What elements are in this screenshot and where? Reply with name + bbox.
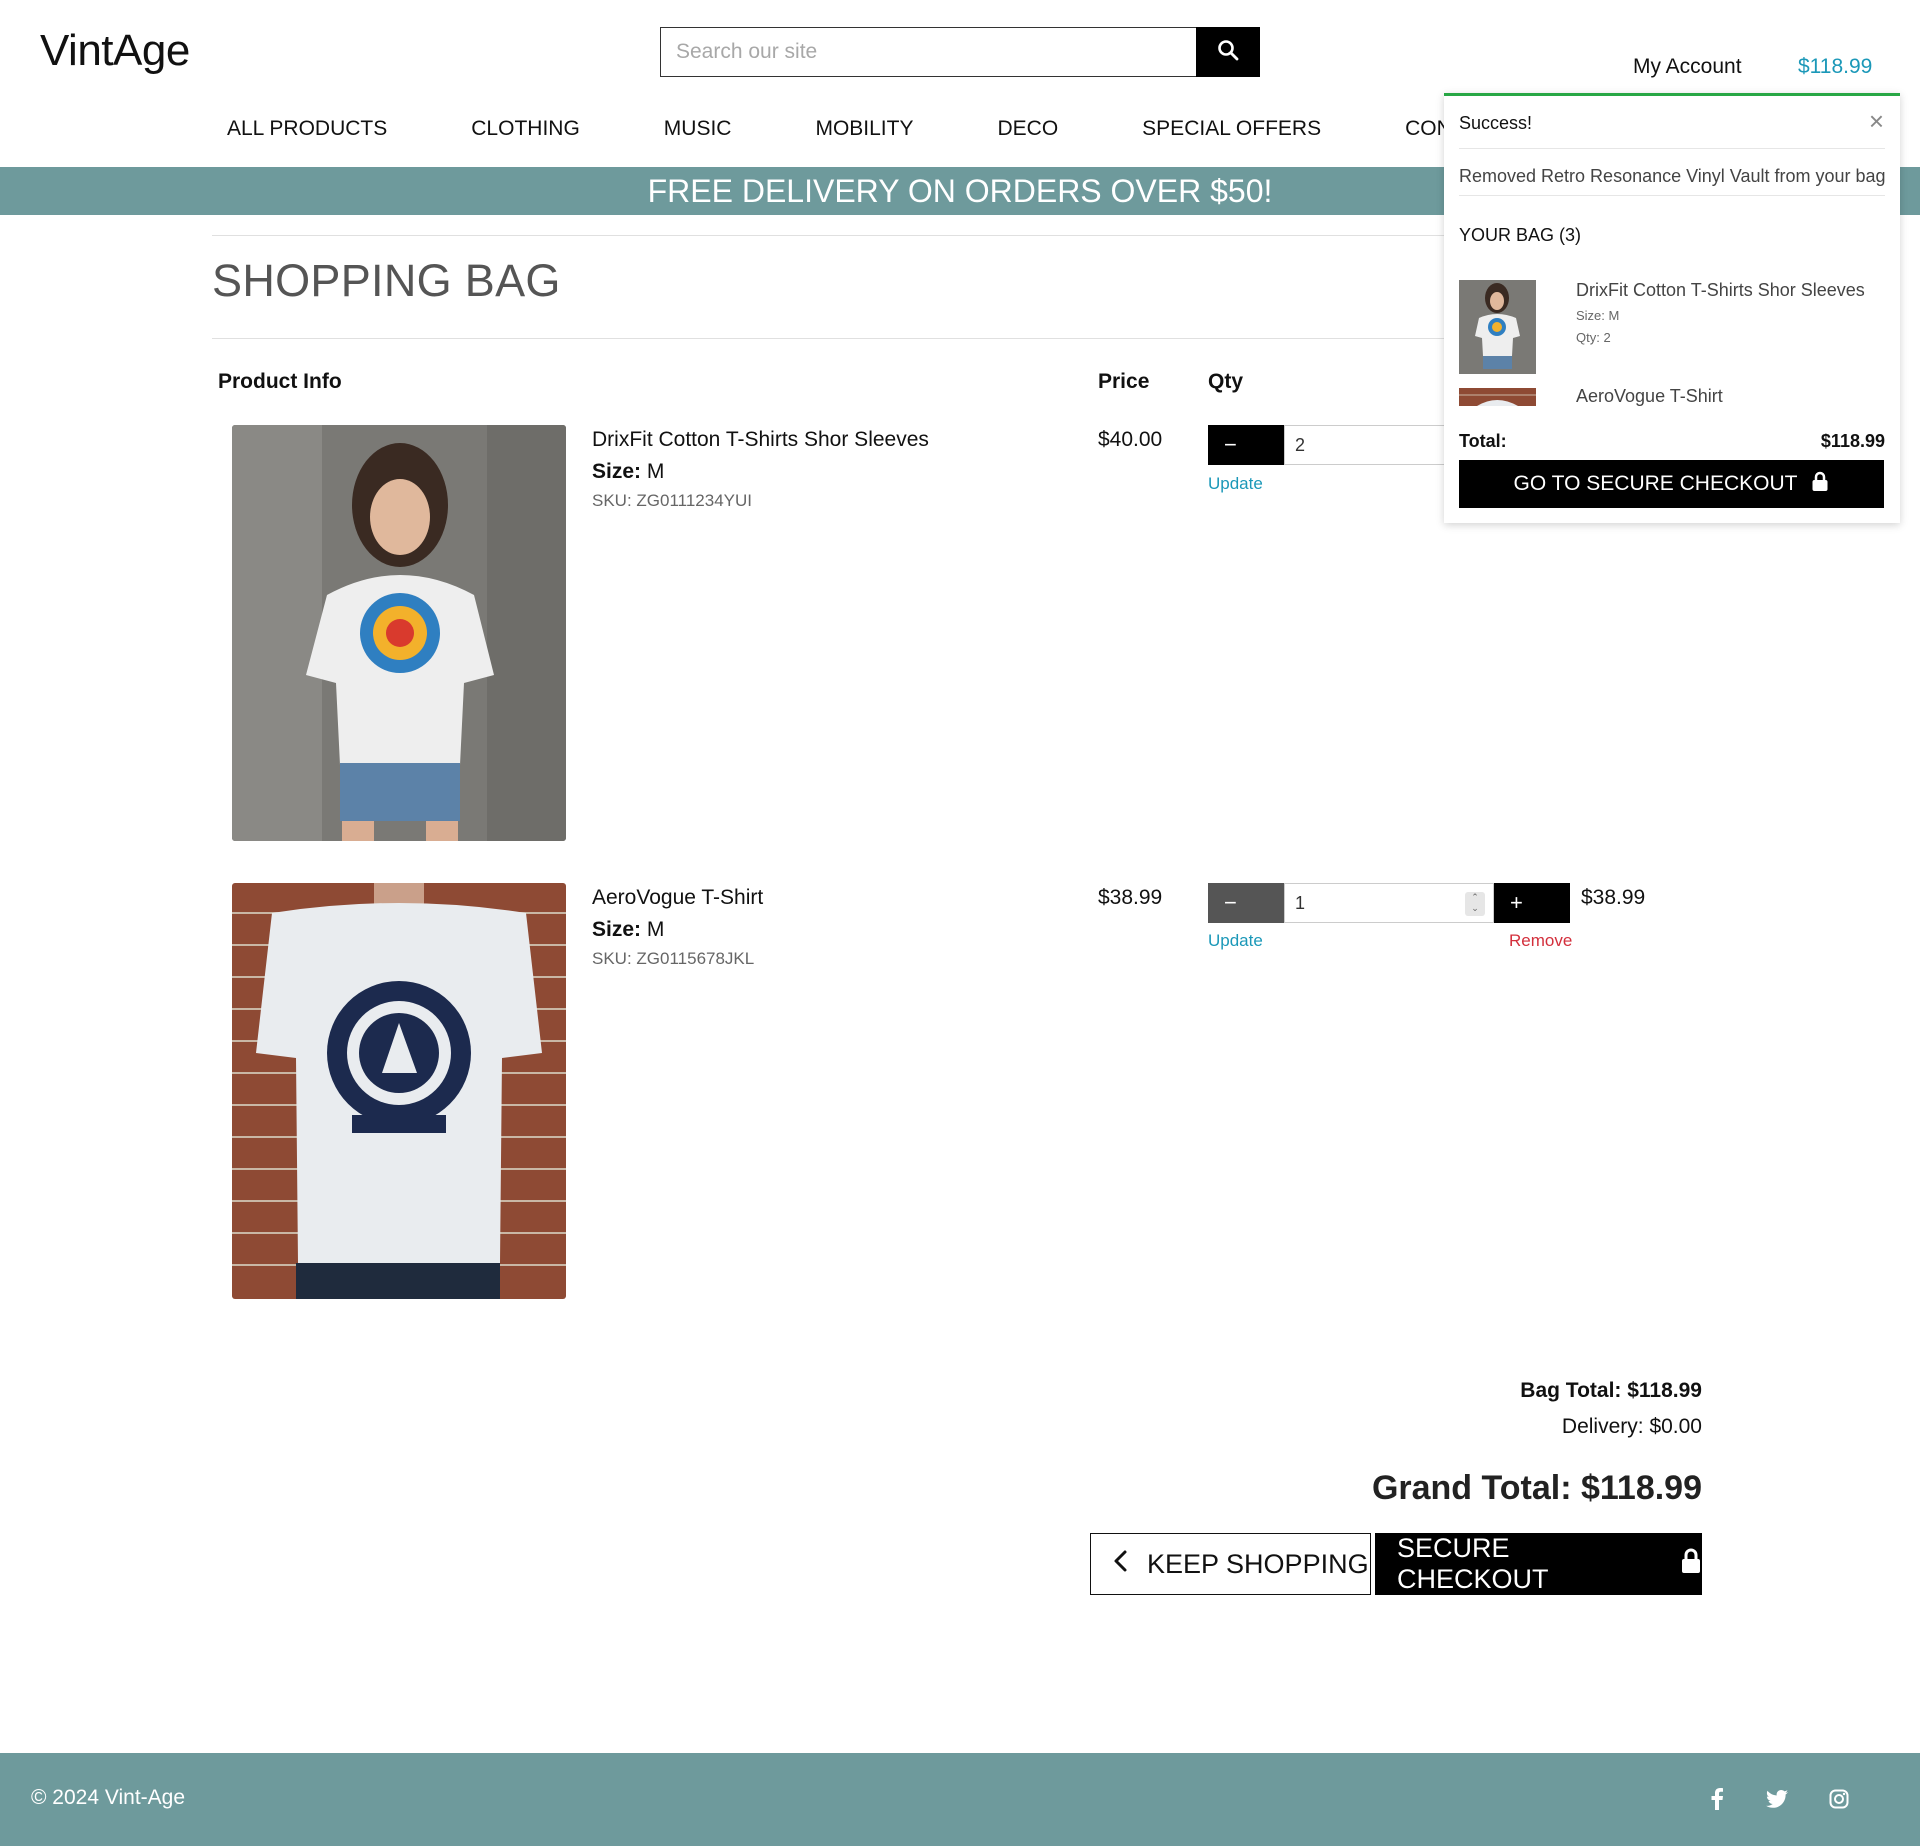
cart-total-link[interactable]: $118.99 xyxy=(1798,55,1872,79)
product-name[interactable]: DrixFit Cotton T-Shirts Shor Sleeves xyxy=(592,428,929,452)
mini-cart-total-label: Total: xyxy=(1459,431,1507,451)
removed-item-message: Removed Retro Resonance Vinyl Vault from… xyxy=(1459,166,1886,186)
update-link[interactable]: Update xyxy=(1208,474,1263,494)
nav-item-special-offers[interactable]: SPECIAL OFFERS xyxy=(1142,117,1321,141)
divider xyxy=(1459,148,1885,149)
search-button[interactable] xyxy=(1196,27,1260,77)
spinner-arrows-icon[interactable]: ⌃ ⌄ xyxy=(1465,892,1485,916)
column-header-qty: Qty xyxy=(1208,370,1244,393)
column-header-price: Price xyxy=(1098,370,1150,393)
qty-value: 1 xyxy=(1295,892,1306,913)
mini-cart-total-value: $118.99 xyxy=(1820,431,1885,451)
nav-item-deco[interactable]: DECO xyxy=(997,117,1058,141)
product-sku: SKU: ZG0111234YUI xyxy=(592,491,753,510)
nav-item-music[interactable]: MUSIC xyxy=(664,117,732,141)
column-header-product: Product Info xyxy=(218,370,342,393)
keep-shopping-label: KEEP SHOPPING xyxy=(1147,1548,1369,1579)
page-title: SHOPPING BAG xyxy=(212,255,561,306)
quantity-stepper: − 1 ⌃ ⌄ + xyxy=(1208,883,1570,923)
mini-cart-item-name[interactable]: AeroVogue T-Shirt xyxy=(1576,386,1723,407)
qty-input[interactable]: 1 ⌃ ⌄ xyxy=(1284,883,1494,923)
mini-cart-item-name[interactable]: DrixFit Cotton T-Shirts Shor Sleeves xyxy=(1576,280,1865,301)
product-image[interactable] xyxy=(232,425,566,841)
qty-decrement-button[interactable]: − xyxy=(1208,425,1284,465)
site-footer: © 2024 Vint-Age xyxy=(0,1753,1920,1846)
keep-shopping-button[interactable]: KEEP SHOPPING xyxy=(1090,1533,1371,1595)
success-status: Success! xyxy=(1459,113,1533,133)
line-total: $38.99 xyxy=(1581,886,1646,909)
grand-total: Grand Total: $118.99 xyxy=(1371,1469,1702,1507)
go-to-checkout-label: GO TO SECURE CHECKOUT xyxy=(1513,472,1798,495)
update-link[interactable]: Update xyxy=(1208,931,1263,951)
mini-cart-item-image[interactable] xyxy=(1459,388,1536,406)
bag-total: Bag Total: $118.99 xyxy=(1520,1379,1702,1402)
nav-item-all-products[interactable]: ALL PRODUCTS xyxy=(227,117,387,141)
qty-value: 2 xyxy=(1295,434,1306,455)
qty-decrement-button[interactable]: − xyxy=(1208,883,1284,923)
bag-heading: YOUR BAG (3) xyxy=(1459,225,1582,245)
copyright: © 2024 Vint-Age xyxy=(31,1786,186,1809)
delivery-cost: Delivery: $0.00 xyxy=(1561,1415,1702,1438)
lock-icon xyxy=(1811,471,1829,498)
product-size: Size: M xyxy=(592,460,664,484)
divider xyxy=(1459,195,1885,196)
mini-cart-item-qty: Qty: 2 xyxy=(1576,330,1611,345)
mini-cart-item-size: Size: M xyxy=(1576,308,1620,323)
product-name[interactable]: AeroVogue T-Shirt xyxy=(592,886,763,910)
product-price: $40.00 xyxy=(1098,428,1163,451)
nav-item-clothing[interactable]: CLOTHING xyxy=(471,117,580,141)
instagram-icon[interactable] xyxy=(1825,1785,1853,1813)
search-bar xyxy=(660,27,1260,77)
mini-cart-popup: Success! × Removed Retro Resonance Vinyl… xyxy=(1444,93,1900,523)
twitter-icon[interactable] xyxy=(1763,1785,1791,1813)
secure-checkout-label: SECURE CHECKOUT xyxy=(1397,1533,1549,1594)
qty-increment-button[interactable]: + xyxy=(1494,883,1570,923)
product-price: $38.99 xyxy=(1098,886,1163,909)
size-value: M xyxy=(646,460,665,483)
search-icon xyxy=(1217,39,1239,66)
close-icon[interactable]: × xyxy=(1869,108,1884,134)
secure-checkout-button[interactable]: SECURE CHECKOUT xyxy=(1375,1533,1702,1595)
lock-icon xyxy=(1680,1548,1702,1581)
go-to-checkout-button[interactable]: GO TO SECURE CHECKOUT xyxy=(1459,460,1884,508)
remove-link[interactable]: Remove xyxy=(1509,931,1572,951)
facebook-icon[interactable] xyxy=(1703,1785,1731,1813)
size-label: Size: xyxy=(592,918,642,941)
search-input[interactable] xyxy=(660,27,1196,77)
mini-cart-item-image[interactable] xyxy=(1459,280,1536,374)
size-label: Size: xyxy=(592,460,642,483)
main-nav: ALL PRODUCTS CLOTHING MUSIC MOBILITY DEC… xyxy=(227,117,1549,141)
site-logo[interactable]: VintAge xyxy=(40,26,190,76)
chevron-left-icon xyxy=(1113,1549,1129,1580)
product-image[interactable] xyxy=(232,883,566,1299)
product-sku: SKU: ZG0115678JKL xyxy=(592,949,755,968)
size-value: M xyxy=(646,918,665,941)
nav-item-mobility[interactable]: MOBILITY xyxy=(815,117,913,141)
my-account-link[interactable]: My Account xyxy=(1633,55,1742,79)
product-size: Size: M xyxy=(592,918,664,942)
